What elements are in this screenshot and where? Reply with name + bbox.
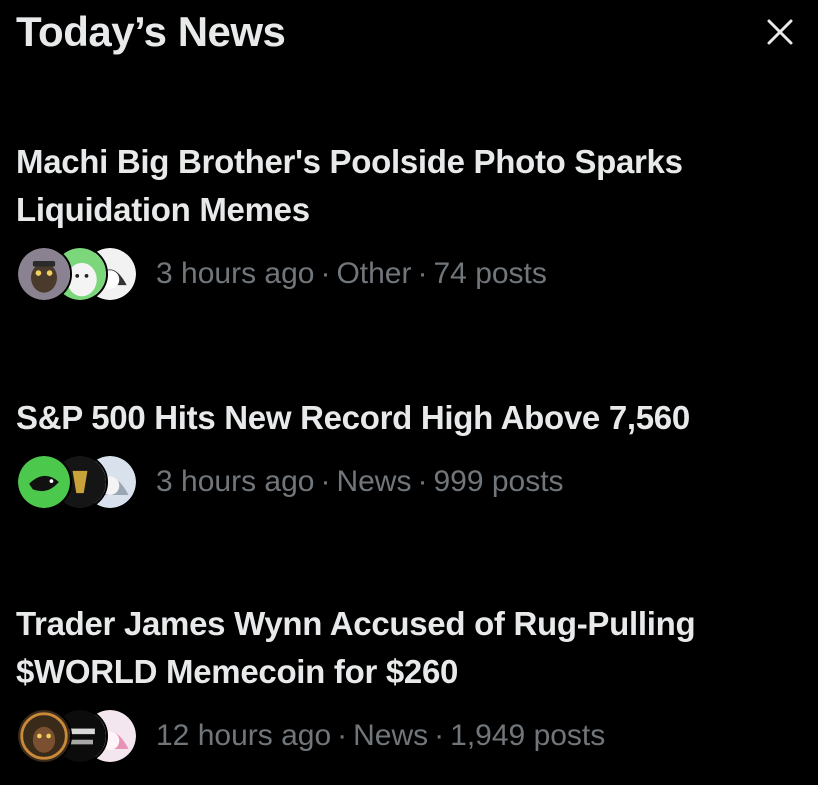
todays-news-panel: Today’s News Machi Big Brother's Poolsid… [0,0,818,785]
avatar-stack [16,246,138,302]
news-item[interactable]: Machi Big Brother's Poolside Photo Spark… [16,138,806,304]
close-button[interactable] [758,10,802,54]
ape-avatar [16,708,72,764]
news-item[interactable]: Trader James Wynn Accused of Rug-Pulling… [16,600,806,766]
news-meta-text: 3 hours ago · News · 999 posts [156,465,564,498]
whale-logo-avatar [16,454,72,510]
news-meta: 3 hours ago · Other · 74 posts [16,244,806,304]
news-post-count: 999 posts [433,465,564,498]
news-headline: S&P 500 Hits New Record High Above 7,560 [16,399,690,436]
panel-header: Today’s News [16,4,806,60]
news-item[interactable]: S&P 500 Hits New Record High Above 7,560… [16,394,806,512]
news-time: 3 hours ago [156,465,315,498]
news-post-count: 1,949 posts [450,719,606,752]
news-meta-text: 12 hours ago · News · 1,949 posts [156,719,606,752]
news-category: News [336,465,412,498]
ape-avatar [16,246,72,302]
avatar-stack [16,708,138,764]
avatar-stack [16,454,138,510]
news-meta-text: 3 hours ago · Other · 74 posts [156,257,547,290]
news-category: Other [336,257,412,290]
news-category: News [353,719,429,752]
news-headline: Trader James Wynn Accused of Rug-Pulling… [16,605,696,690]
panel-title: Today’s News [16,8,286,55]
news-time: 12 hours ago [156,719,332,752]
news-meta: 12 hours ago · News · 1,949 posts [16,706,806,766]
news-time: 3 hours ago [156,257,315,290]
close-icon [767,19,793,45]
news-headline: Machi Big Brother's Poolside Photo Spark… [16,143,683,228]
news-post-count: 74 posts [433,257,547,290]
news-meta: 3 hours ago · News · 999 posts [16,452,806,512]
